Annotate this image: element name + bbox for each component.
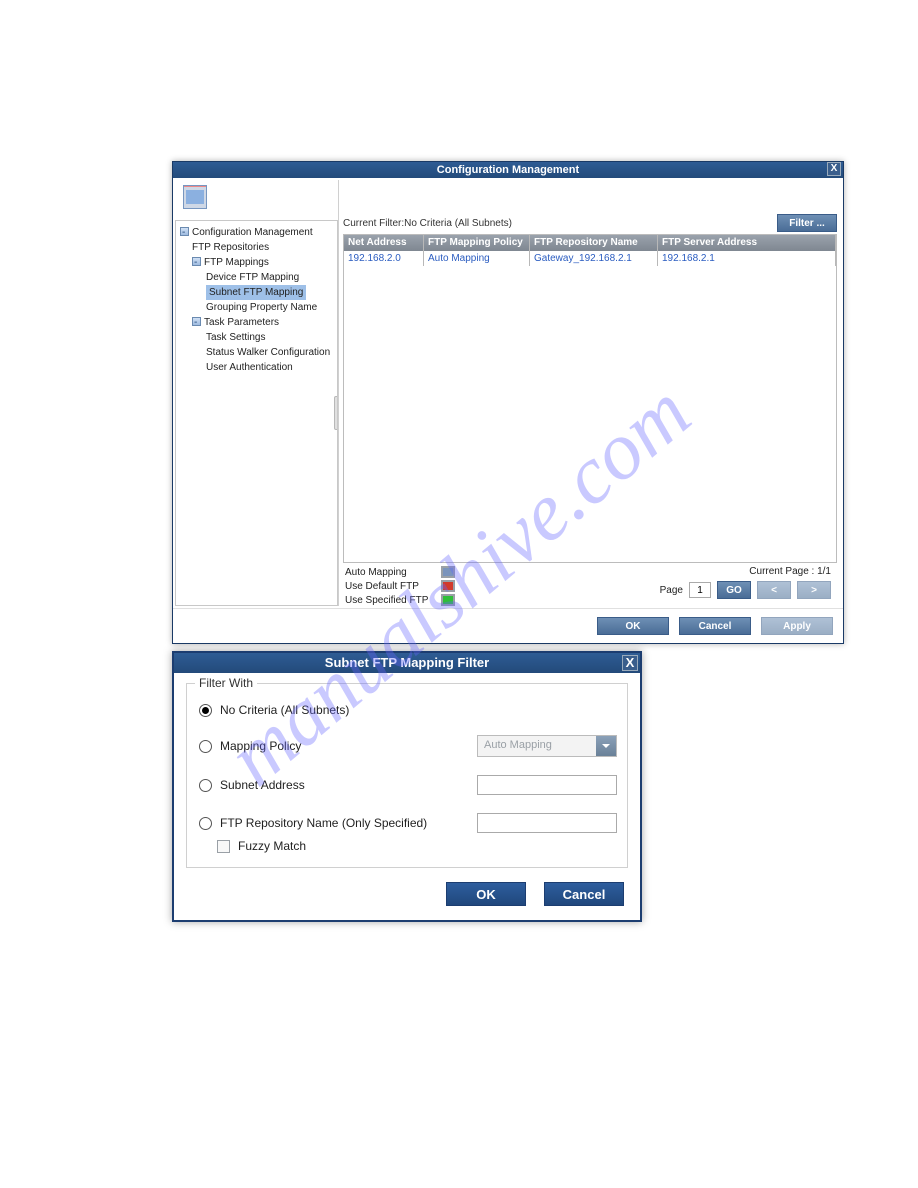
tree-item-config-management[interactable]: Configuration Management — [178, 225, 335, 240]
col-net-address[interactable]: Net Address — [344, 235, 424, 251]
ftp-repository-name-input[interactable] — [477, 813, 617, 833]
col-ftp-repository-name[interactable]: FTP Repository Name — [530, 235, 658, 251]
legend-auto-mapping: Auto Mapping — [345, 566, 455, 578]
right-column: Current Filter:No Criteria (All Subnets)… — [341, 180, 841, 606]
col-ftp-server-address[interactable]: FTP Server Address — [658, 235, 836, 251]
fuzzy-match-row[interactable]: Fuzzy Match — [217, 839, 617, 853]
subnet-address-input[interactable] — [477, 775, 617, 795]
tree-item-task-parameters[interactable]: Task Parameters — [178, 315, 335, 330]
next-page-button[interactable]: > — [797, 581, 831, 599]
app-icon — [183, 185, 207, 209]
filter-button[interactable]: Filter ... — [777, 214, 837, 232]
navigation-tree[interactable]: Configuration Management FTP Repositorie… — [175, 220, 338, 606]
go-button[interactable]: GO — [717, 581, 751, 599]
tree-item-ftp-repositories[interactable]: FTP Repositories — [178, 240, 335, 255]
combo-text: Auto Mapping — [478, 736, 596, 756]
legend-default-ftp: Use Default FTP — [345, 580, 455, 592]
cell-server-address: 192.168.2.1 — [658, 251, 836, 266]
option-no-criteria[interactable]: No Criteria (All Subnets) — [199, 703, 617, 717]
ok-button[interactable]: OK — [597, 617, 669, 635]
tree-item-subnet-ftp-mapping[interactable]: Subnet FTP Mapping — [178, 285, 335, 300]
tree-item-user-authentication[interactable]: User Authentication — [178, 360, 335, 375]
app-icon-zone — [175, 180, 338, 220]
filter-dialog-buttons: OK Cancel — [174, 872, 640, 920]
ok-button[interactable]: OK — [446, 882, 526, 906]
cancel-button[interactable]: Cancel — [544, 882, 624, 906]
radio-no-criteria[interactable] — [199, 704, 212, 717]
expander-icon[interactable] — [192, 317, 201, 326]
close-icon[interactable]: X — [622, 655, 638, 671]
option-subnet-address[interactable]: Subnet Address — [199, 775, 617, 795]
window-title: Configuration Management — [437, 164, 579, 176]
expander-icon[interactable] — [180, 227, 189, 236]
cell-net-address: 192.168.2.0 — [344, 251, 424, 266]
filter-dialog: Subnet FTP Mapping Filter X Filter With … — [172, 651, 642, 922]
tree-item-ftp-mappings[interactable]: FTP Mappings — [178, 255, 335, 270]
fuzzy-match-label: Fuzzy Match — [238, 839, 306, 853]
chevron-down-icon[interactable] — [596, 736, 616, 756]
cell-mapping-policy: Auto Mapping — [424, 251, 530, 266]
filter-dialog-titlebar: Subnet FTP Mapping Filter X — [174, 653, 640, 673]
mapping-policy-combo[interactable]: Auto Mapping — [477, 735, 617, 757]
table-row[interactable]: 192.168.2.0 Auto Mapping Gateway_192.168… — [344, 251, 836, 266]
tree-item-grouping-property-name[interactable]: Grouping Property Name — [178, 300, 335, 315]
radio-mapping-policy[interactable] — [199, 740, 212, 753]
radio-subnet-address[interactable] — [199, 779, 212, 792]
filter-with-group: Filter With No Criteria (All Subnets) Ma… — [186, 683, 628, 868]
dialog-buttons: OK Cancel Apply — [173, 608, 843, 643]
swatch-default-ftp — [441, 580, 455, 592]
cancel-button[interactable]: Cancel — [679, 617, 751, 635]
current-page-label: Current Page : 1/1 — [660, 566, 831, 577]
page-input[interactable] — [689, 582, 711, 598]
option-ftp-repository-name[interactable]: FTP Repository Name (Only Specified) — [199, 813, 617, 833]
filter-dialog-title: Subnet FTP Mapping Filter — [325, 655, 489, 670]
option-mapping-policy[interactable]: Mapping Policy Auto Mapping — [199, 735, 617, 757]
close-icon[interactable]: X — [827, 162, 841, 176]
current-filter-label: Current Filter:No Criteria (All Subnets) — [343, 218, 773, 229]
table-header: Net Address FTP Mapping Policy FTP Repos… — [344, 235, 836, 251]
cell-repository-name: Gateway_192.168.2.1 — [530, 251, 658, 266]
page-label: Page — [660, 585, 683, 596]
swatch-specified-ftp — [441, 594, 455, 606]
legend: Auto Mapping Use Default FTP Use Specifi… — [345, 566, 455, 606]
mapping-table: Net Address FTP Mapping Policy FTP Repos… — [343, 234, 837, 563]
group-legend: Filter With — [195, 676, 257, 690]
tree-item-device-ftp-mapping[interactable]: Device FTP Mapping — [178, 270, 335, 285]
config-management-window: Configuration Management X Configuration… — [172, 161, 844, 644]
splitter-handle[interactable] — [334, 396, 338, 430]
prev-page-button[interactable]: < — [757, 581, 791, 599]
tree-item-task-settings[interactable]: Task Settings — [178, 330, 335, 345]
apply-button[interactable]: Apply — [761, 617, 833, 635]
expander-icon[interactable] — [192, 257, 201, 266]
swatch-auto-mapping — [441, 566, 455, 578]
window-titlebar: Configuration Management X — [173, 162, 843, 178]
legend-specified-ftp: Use Specified FTP — [345, 594, 455, 606]
col-ftp-mapping-policy[interactable]: FTP Mapping Policy — [424, 235, 530, 251]
radio-ftp-repository-name[interactable] — [199, 817, 212, 830]
tree-item-status-walker-config[interactable]: Status Walker Configuration — [178, 345, 335, 360]
left-column: Configuration Management FTP Repositorie… — [175, 180, 339, 606]
fuzzy-match-checkbox[interactable] — [217, 840, 230, 853]
